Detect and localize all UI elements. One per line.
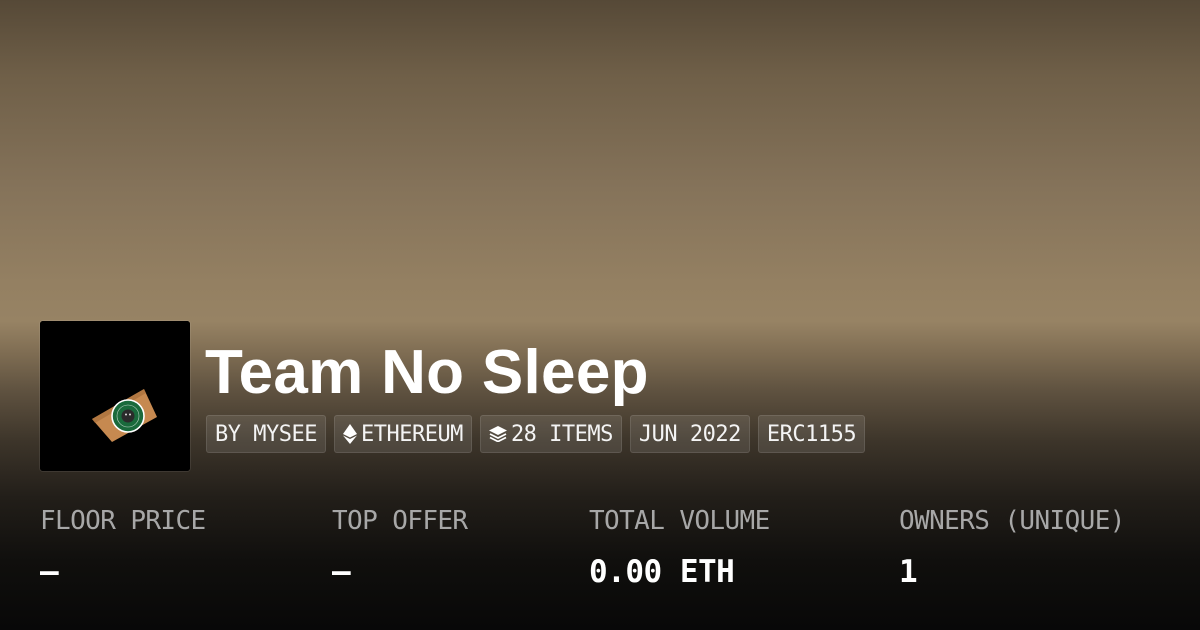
stat-floor-price: FLOOR PRICE — — [40, 503, 206, 590]
ethereum-icon — [342, 424, 357, 444]
creator-tag-label: BY MYSEE — [215, 421, 317, 447]
collection-title: Team No Sleep — [205, 338, 649, 407]
items-tag-label: 28 ITEMS — [510, 421, 613, 447]
stat-value: — — [332, 554, 351, 590]
stat-label: TOTAL VOLUME — [589, 506, 770, 536]
date-tag: JUN 2022 — [629, 415, 750, 453]
items-tag[interactable]: 28 ITEMS — [479, 415, 622, 453]
stat-value: 1 — [899, 554, 918, 590]
stat-total-volume: TOTAL VOLUME 0.00 ETH — [589, 503, 770, 590]
date-tag-label: JUN 2022 — [638, 421, 741, 447]
stat-label: OWNERS (UNIQUE) — [899, 506, 1125, 536]
stat-owners: OWNERS (UNIQUE) 1 — [899, 503, 1125, 590]
collection-image — [40, 321, 190, 471]
creator-tag[interactable]: BY MYSEE — [206, 415, 326, 453]
coffee-cup-sleeve-icon — [40, 321, 190, 471]
layers-icon — [488, 426, 507, 442]
stat-value: 0.00 ETH — [589, 554, 735, 590]
standard-tag: ERC1155 — [757, 415, 866, 453]
stat-label: FLOOR PRICE — [40, 506, 206, 536]
stat-top-offer: TOP OFFER — — [332, 503, 468, 590]
standard-tag-label: ERC1155 — [766, 421, 857, 447]
collection-tags: BY MYSEE ETHEREUM 28 ITEMS JUN 2022 ERC1… — [206, 415, 866, 453]
chain-tag[interactable]: ETHEREUM — [333, 415, 472, 453]
stat-value: — — [40, 554, 59, 590]
stat-label: TOP OFFER — [332, 506, 468, 536]
chain-tag-label: ETHEREUM — [360, 421, 463, 447]
